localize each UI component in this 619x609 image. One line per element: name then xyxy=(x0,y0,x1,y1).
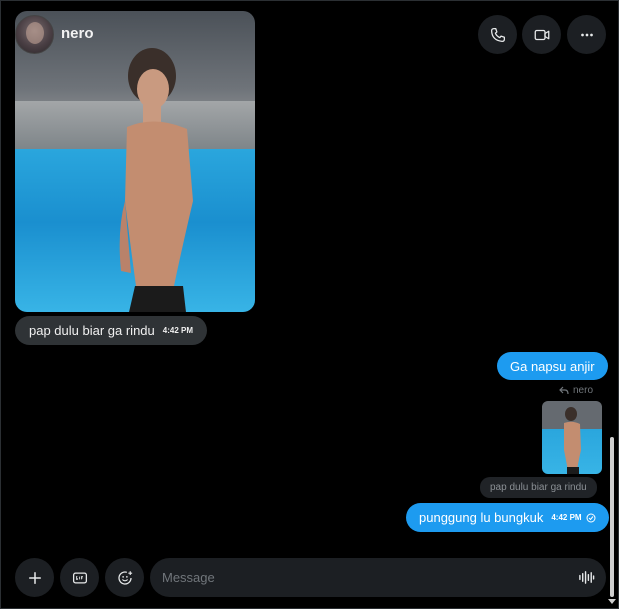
emoji-button[interactable] xyxy=(105,558,144,597)
photo-person-figure xyxy=(564,407,581,474)
quoted-text: pap dulu biar ga rindu xyxy=(490,482,587,493)
reply-icon xyxy=(559,386,569,394)
add-media-button[interactable] xyxy=(15,558,54,597)
message-time: 4:42 PM xyxy=(162,326,193,335)
add-icon xyxy=(28,571,41,584)
message-time: 4:42 PM xyxy=(551,513,582,522)
message-composer xyxy=(150,558,606,597)
more-icon xyxy=(580,33,593,36)
video-call-button[interactable] xyxy=(522,15,561,54)
quoted-message[interactable]: pap dulu biar ga rindu xyxy=(480,477,597,498)
conversation-header: nero xyxy=(1,1,619,67)
message-text: punggung lu bungkuk xyxy=(419,510,544,525)
dm-window: pap dulu biar ga rindu 4:42 PM Ga napsu … xyxy=(0,0,619,609)
more-options-button[interactable] xyxy=(567,15,606,54)
reply-indicator: nero xyxy=(559,385,593,396)
scrollbar-thumb[interactable] xyxy=(610,437,614,597)
emoji-icon xyxy=(117,570,132,585)
call-button[interactable] xyxy=(478,15,517,54)
photo-person-figure xyxy=(119,48,193,312)
message-text: Ga napsu anjir xyxy=(510,358,595,374)
incoming-message-bubble[interactable]: pap dulu biar ga rindu 4:42 PM xyxy=(15,316,207,345)
scroll-down-arrow-icon[interactable] xyxy=(608,599,616,604)
outgoing-message-bubble[interactable]: punggung lu bungkuk 4:42 PM xyxy=(406,503,609,532)
message-text: pap dulu biar ga rindu xyxy=(29,323,155,338)
outgoing-message-bubble[interactable]: Ga napsu anjir xyxy=(497,352,608,380)
message-input[interactable] xyxy=(162,558,562,597)
video-icon xyxy=(534,29,549,40)
avatar[interactable] xyxy=(15,15,54,54)
phone-icon xyxy=(490,27,505,42)
sent-check-icon xyxy=(586,513,596,522)
outgoing-photo[interactable] xyxy=(542,401,602,474)
reply-to-label: nero xyxy=(573,385,594,396)
voice-icon[interactable] xyxy=(578,569,595,586)
contact-name[interactable]: nero xyxy=(61,25,94,42)
gif-button[interactable] xyxy=(60,558,99,597)
gif-icon xyxy=(72,571,87,584)
